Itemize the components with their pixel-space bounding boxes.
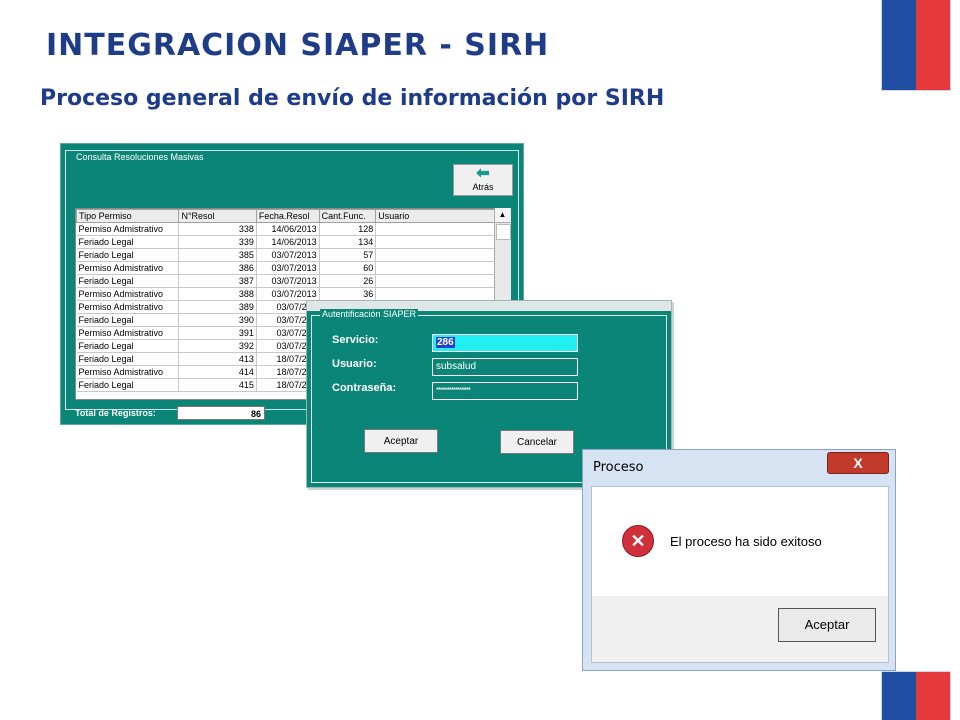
dialog-body: ✕ El proceso ha sido exitoso — [591, 486, 889, 597]
table-cell: 14/06/2013 — [256, 235, 320, 249]
table-cell: 389 — [178, 300, 257, 314]
error-x-icon: ✕ — [622, 525, 654, 557]
table-row[interactable]: Feriado Legal 339 14/06/2013 134 — [76, 235, 496, 249]
servicio-label: Servicio: — [332, 334, 379, 346]
close-icon[interactable]: X — [827, 452, 889, 474]
dialog-message: El proceso ha sido exitoso — [670, 534, 822, 549]
table-cell: 36 — [319, 287, 377, 301]
table-cell: 392 — [178, 339, 257, 353]
table-row[interactable]: Feriado Legal 385 03/07/2013 57 — [76, 248, 496, 262]
table-cell: 57 — [319, 248, 377, 262]
table-cell: 03/07/2013 — [256, 274, 320, 288]
table-cell: Permiso Admistrativo — [76, 300, 180, 314]
table-cell: 14/06/2013 — [256, 222, 320, 236]
table-cell: 339 — [178, 235, 257, 249]
table-cell: Permiso Admistrativo — [76, 326, 180, 340]
dialog-title: Proceso — [593, 460, 644, 475]
total-label: Total de Registros: — [75, 408, 156, 418]
table-cell: Feriado Legal — [76, 235, 180, 249]
table-cell: Feriado Legal — [76, 352, 180, 366]
table-cell — [375, 235, 496, 249]
servicio-value: 286 — [436, 337, 455, 348]
table-cell: 388 — [178, 287, 257, 301]
column-header[interactable]: Usuario — [375, 209, 496, 223]
table-cell: Permiso Admistrativo — [76, 261, 180, 275]
table-cell: 386 — [178, 261, 257, 275]
column-header[interactable]: Tipo Permiso — [76, 209, 180, 223]
slide-subtitle: Proceso general de envío de información … — [40, 86, 665, 111]
usuario-field[interactable]: subsalud — [432, 358, 578, 376]
table-row[interactable]: Permiso Admistrativo 386 03/07/2013 60 — [76, 261, 496, 275]
table-cell: Permiso Admistrativo — [76, 222, 180, 236]
table-cell: Feriado Legal — [76, 339, 180, 353]
scroll-up-icon[interactable]: ▲ — [495, 208, 510, 223]
table-cell: Feriado Legal — [76, 378, 180, 392]
flag-decoration-bottom — [882, 672, 950, 720]
back-button[interactable]: ⬅ Atrás — [453, 164, 513, 196]
scroll-thumb[interactable] — [496, 224, 511, 240]
table-cell: 60 — [319, 261, 377, 275]
usuario-label: Usuario: — [332, 358, 377, 370]
table-cell: 385 — [178, 248, 257, 262]
proceso-dialog: Proceso X ✕ El proceso ha sido exitoso A… — [582, 449, 896, 671]
table-cell: 03/07/2013 — [256, 248, 320, 262]
table-cell — [375, 274, 496, 288]
auth-legend: Autentificación SIAPER — [320, 309, 419, 319]
password-field[interactable]: **************** — [432, 382, 578, 400]
table-cell: 387 — [178, 274, 257, 288]
table-cell: Feriado Legal — [76, 248, 180, 262]
table-cell: 128 — [319, 222, 377, 236]
table-header: Tipo Permiso N°Resol Fecha.Resol Cant.Func.… — [76, 209, 496, 223]
table-row[interactable]: Feriado Legal 387 03/07/2013 26 — [76, 274, 496, 288]
column-header[interactable]: N°Resol — [178, 209, 257, 223]
table-cell: Permiso Admistrativo — [76, 365, 180, 379]
consulta-legend: Consulta Resoluciones Masivas — [74, 152, 206, 162]
table-cell — [375, 248, 496, 262]
table-cell: 338 — [178, 222, 257, 236]
table-cell: Feriado Legal — [76, 274, 180, 288]
table-cell — [375, 261, 496, 275]
table-cell: Permiso Admistrativo — [76, 287, 180, 301]
table-row[interactable]: Permiso Admistrativo 388 03/07/2013 36 — [76, 287, 496, 301]
password-label: Contraseña: — [332, 382, 397, 394]
dialog-accept-button[interactable]: Aceptar — [778, 608, 876, 642]
table-cell: 415 — [178, 378, 257, 392]
column-header[interactable]: Fecha.Resol — [255, 209, 320, 223]
table-cell — [375, 222, 496, 236]
table-cell — [375, 287, 496, 301]
arrow-left-icon: ⬅ — [476, 165, 490, 182]
table-cell: 413 — [178, 352, 257, 366]
total-value: 86 — [177, 406, 265, 420]
table-cell: 03/07/2013 — [256, 261, 320, 275]
table-cell: 03/07/2013 — [256, 287, 320, 301]
slide-title: INTEGRACION SIAPER - SIRH — [46, 28, 550, 63]
table-cell: 134 — [319, 235, 377, 249]
table-cell: 390 — [178, 313, 257, 327]
flag-decoration-top — [882, 0, 950, 90]
table-cell: 391 — [178, 326, 257, 340]
back-button-label: Atrás — [472, 182, 494, 192]
table-cell: 26 — [319, 274, 377, 288]
column-header[interactable]: Cant.Func. — [318, 209, 377, 223]
table-row[interactable]: Permiso Admistrativo 338 14/06/2013 128 — [76, 222, 496, 236]
auth-accept-button[interactable]: Aceptar — [364, 429, 438, 453]
table-cell: 414 — [178, 365, 257, 379]
servicio-field[interactable]: 286 — [432, 334, 578, 352]
dialog-footer: Aceptar — [591, 596, 889, 663]
auth-cancel-button[interactable]: Cancelar — [500, 430, 574, 454]
table-cell: Feriado Legal — [76, 313, 180, 327]
